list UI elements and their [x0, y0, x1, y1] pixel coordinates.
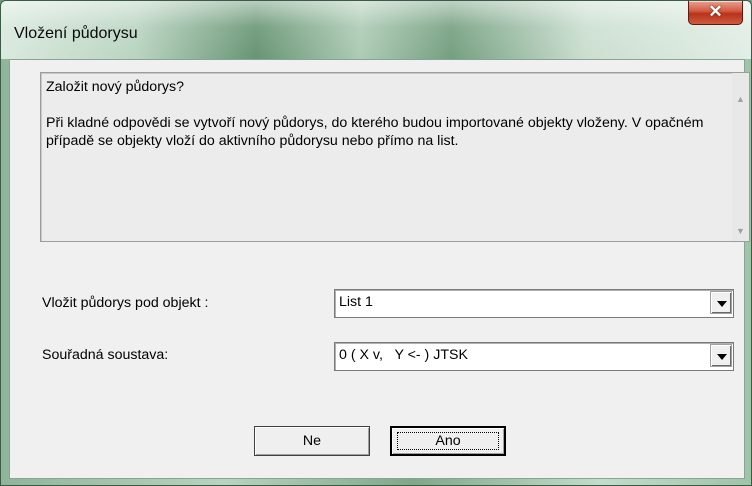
close-button[interactable]: ✕	[688, 1, 743, 25]
close-icon: ✕	[708, 2, 723, 21]
insert-under-select[interactable]: List 1	[334, 289, 734, 318]
message-box: Založit nový půdorys? Při kladné odpověd…	[40, 72, 750, 242]
coordinate-system-dropdown-button[interactable]	[710, 344, 732, 367]
insert-under-dropdown-button[interactable]	[710, 291, 732, 314]
no-button-label: Ne	[302, 433, 322, 449]
yes-button[interactable]: Ano	[390, 426, 506, 456]
chevron-down-icon	[717, 354, 727, 360]
title-bar[interactable]: Vložení půdorysu ✕	[1, 1, 751, 59]
dialog-body: Založit nový půdorys? Při kladné odpověd…	[9, 59, 750, 479]
insert-under-label: Vložit půdorys pod objekt :	[42, 295, 209, 311]
insert-under-value: List 1	[339, 294, 373, 310]
coordinate-system-value: 0 ( X v, Y <- ) JTSK	[339, 347, 468, 363]
window-title: Vložení půdorysu	[14, 25, 138, 42]
message-text: Založit nový půdorys? Při kladné odpověd…	[46, 78, 722, 150]
dialog-window: Vložení půdorysu ✕ Založit nový půdorys?…	[0, 0, 752, 486]
yes-button-label: Ano	[435, 433, 461, 449]
no-button[interactable]: Ne	[254, 426, 370, 456]
scroll-up-arrow-icon[interactable]: ▲	[732, 91, 749, 108]
coordinate-system-select[interactable]: 0 ( X v, Y <- ) JTSK	[334, 342, 734, 371]
coordinate-system-label: Souřadná soustava:	[42, 347, 169, 363]
chevron-down-icon	[717, 301, 727, 307]
message-question: Založit nový půdorys?	[46, 79, 185, 95]
message-scrollbar[interactable]: ▲ ▼	[732, 73, 749, 241]
message-paragraph: Při kladné odpovědi se vytvoří nový půdo…	[46, 115, 704, 149]
scroll-down-arrow-icon[interactable]: ▼	[732, 223, 749, 240]
